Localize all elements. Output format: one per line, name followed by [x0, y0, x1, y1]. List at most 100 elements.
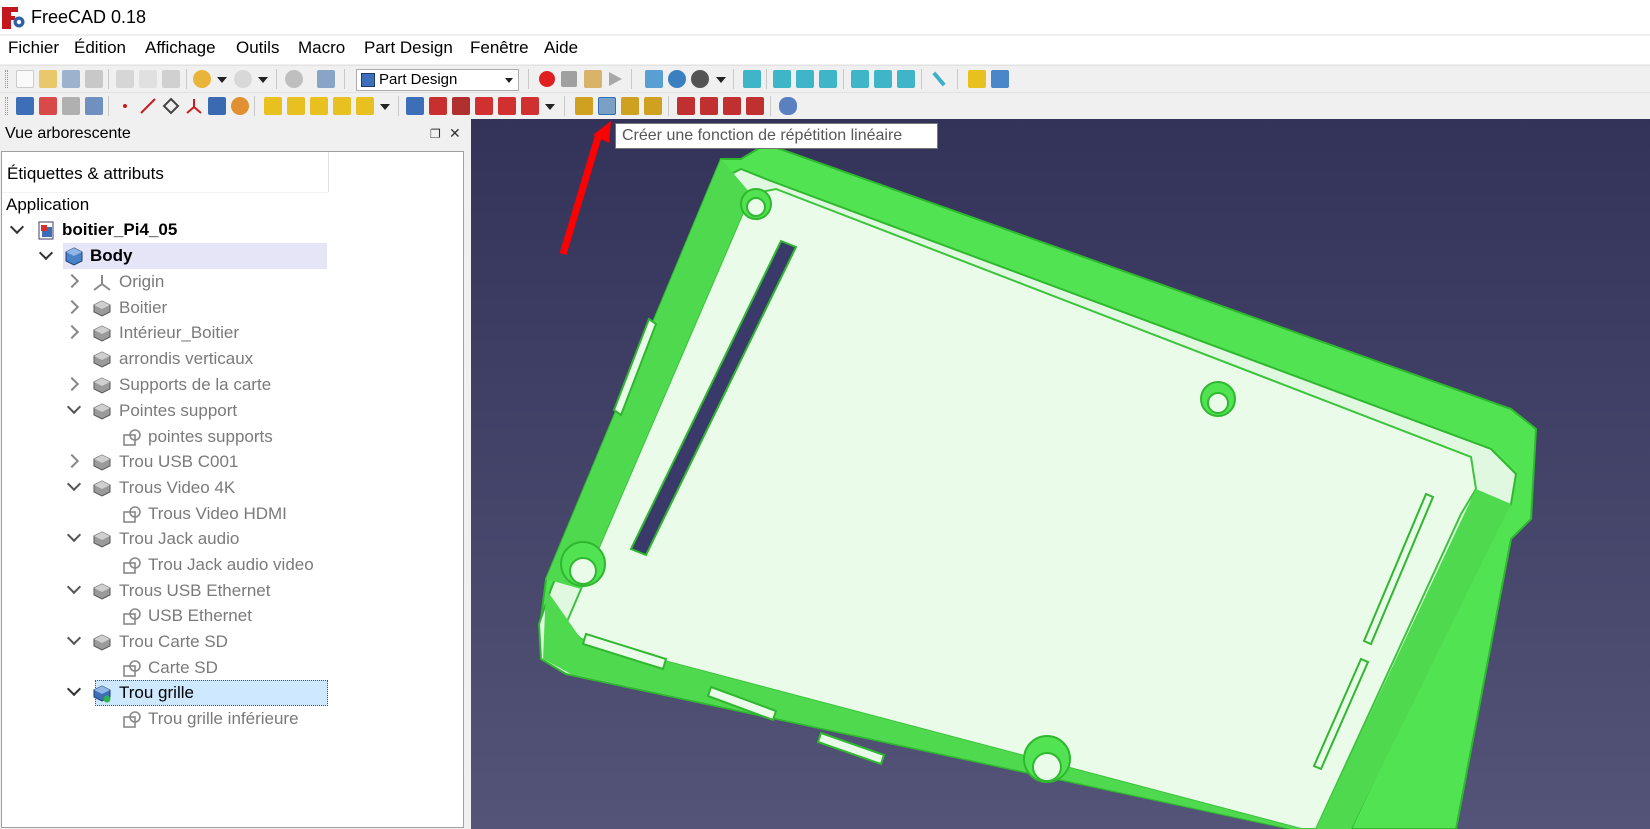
chevron-down-icon[interactable] — [66, 527, 82, 543]
additive-primitive-dropdown-icon[interactable] — [380, 104, 390, 110]
chevron-right-icon[interactable] — [64, 273, 80, 289]
tree-row-trou-jack-video[interactable]: Trou Jack audio video — [2, 552, 463, 578]
tree-row-trous-video-hdmi[interactable]: Trous Video HDMI — [2, 501, 463, 527]
draw-style-dropdown-icon[interactable] — [716, 77, 726, 83]
paste-icon[interactable] — [162, 70, 180, 88]
shape-binder-icon[interactable] — [208, 97, 226, 115]
subtractive-loft-icon[interactable] — [475, 97, 493, 115]
thickness-icon[interactable] — [746, 97, 764, 115]
top-view-icon[interactable] — [796, 70, 814, 88]
cut-icon[interactable] — [116, 70, 134, 88]
revolution-icon[interactable] — [287, 97, 305, 115]
chamfer-icon[interactable] — [700, 97, 718, 115]
tree-row-trou-grille-inferieure[interactable]: Trou grille inférieure — [2, 706, 463, 732]
menu-macro[interactable]: Macro — [298, 38, 345, 58]
refresh-icon[interactable] — [285, 70, 303, 88]
pocket-icon[interactable] — [406, 97, 424, 115]
workbench-select[interactable]: Part Design — [356, 69, 519, 91]
model-tree[interactable]: Étiquettes & attributs Application boiti… — [1, 151, 464, 828]
3d-viewport[interactable] — [471, 119, 1650, 829]
tree-row-interieur-boitier[interactable]: Intérieur_Boitier — [2, 320, 463, 346]
tree-row-trous-video[interactable]: Trous Video 4K — [2, 475, 463, 501]
save-icon[interactable] — [62, 70, 80, 88]
run-macro-icon[interactable] — [606, 70, 624, 88]
tree-row-boitier[interactable]: Boitier — [2, 295, 463, 321]
menu-outils[interactable]: Outils — [236, 38, 279, 58]
tree-row-trou-carte-sd[interactable]: Trou Carte SD — [2, 629, 463, 655]
record-macro-icon[interactable] — [539, 71, 555, 87]
create-body-icon[interactable] — [16, 97, 34, 115]
bottom-view-icon[interactable] — [874, 70, 892, 88]
front-view-icon[interactable] — [773, 70, 791, 88]
tree-row-arrondis[interactable]: arrondis verticaux — [2, 346, 463, 372]
chevron-right-icon[interactable] — [64, 324, 80, 340]
chevron-down-icon[interactable] — [66, 579, 82, 595]
rear-view-icon[interactable] — [851, 70, 869, 88]
menu-fichier[interactable]: Fichier — [8, 38, 59, 58]
print-icon[interactable] — [85, 70, 103, 88]
subtractive-primitive-dropdown-icon[interactable] — [545, 104, 555, 110]
isometric-view-icon[interactable] — [743, 70, 761, 88]
tree-row-carte-sd[interactable]: Carte SD — [2, 655, 463, 681]
whats-this-icon[interactable] — [317, 70, 335, 88]
datum-line-icon[interactable] — [139, 97, 157, 115]
toolbar-grip[interactable] — [5, 70, 8, 88]
tree-row-supports[interactable]: Supports de la carte — [2, 372, 463, 398]
datum-plane-icon[interactable] — [162, 97, 180, 115]
draft-icon[interactable] — [723, 97, 741, 115]
menu-part-design[interactable]: Part Design — [364, 38, 453, 58]
fit-selection-icon[interactable] — [668, 70, 686, 88]
clone-icon[interactable] — [231, 97, 249, 115]
subtractive-primitive-icon[interactable] — [521, 97, 539, 115]
left-view-icon[interactable] — [897, 70, 915, 88]
polar-pattern-icon[interactable] — [621, 97, 639, 115]
chevron-down-icon[interactable] — [66, 630, 82, 646]
fillet-icon[interactable] — [677, 97, 695, 115]
chevron-right-icon[interactable] — [64, 299, 80, 315]
chevron-down-icon[interactable] — [9, 219, 25, 235]
open-icon[interactable] — [39, 70, 57, 88]
3d-model-view[interactable] — [471, 119, 1650, 829]
local-coordinate-icon[interactable] — [185, 97, 203, 115]
menu-edition[interactable]: Édition — [74, 38, 126, 58]
menu-affichage[interactable]: Affichage — [145, 38, 216, 58]
chevron-right-icon[interactable] — [64, 453, 80, 469]
hole-icon[interactable] — [429, 97, 447, 115]
subtractive-pipe-icon[interactable] — [498, 97, 516, 115]
tree-row-trou-usb[interactable]: Trou USB C001 — [2, 449, 463, 475]
tree-column-header[interactable]: Étiquettes & attributs — [7, 164, 164, 184]
datum-point-icon[interactable] — [116, 97, 134, 115]
tree-row-document[interactable]: boitier_Pi4_05 — [2, 217, 463, 243]
tree-row-pointes-support[interactable]: Pointes support — [2, 398, 463, 424]
chevron-down-icon[interactable] — [66, 399, 82, 415]
copy-icon[interactable] — [139, 70, 157, 88]
toolbar-grip[interactable] — [5, 97, 8, 115]
draw-style-icon[interactable] — [691, 70, 709, 88]
chevron-right-icon[interactable] — [64, 376, 80, 392]
part-icon[interactable] — [968, 70, 986, 88]
undo-dropdown-icon[interactable] — [217, 77, 227, 83]
tree-row-trous-usb-ethernet[interactable]: Trous USB Ethernet — [2, 578, 463, 604]
tree-row-pointes-supports-sketch[interactable]: pointes supports — [2, 424, 463, 450]
tree-row-body[interactable]: Body — [2, 243, 463, 269]
additive-pipe-icon[interactable] — [333, 97, 351, 115]
undock-icon[interactable]: ❐ — [430, 127, 441, 141]
chevron-down-icon[interactable] — [38, 245, 54, 261]
menu-aide[interactable]: Aide — [544, 38, 578, 58]
chevron-down-icon[interactable] — [66, 476, 82, 492]
tree-row-origin[interactable]: Origin — [2, 269, 463, 295]
create-sketch-icon[interactable] — [39, 97, 57, 115]
boolean-icon[interactable] — [779, 97, 797, 115]
tree-row-trou-grille[interactable]: Trou grille — [2, 680, 463, 706]
redo-icon[interactable] — [234, 70, 252, 88]
linear-pattern-icon[interactable] — [598, 97, 616, 115]
groove-icon[interactable] — [452, 97, 470, 115]
tree-row-usb-ethernet[interactable]: USB Ethernet — [2, 603, 463, 629]
validate-sketch-icon[interactable] — [62, 97, 80, 115]
close-icon[interactable]: ✕ — [449, 125, 461, 142]
chevron-down-icon[interactable] — [66, 681, 82, 697]
additive-primitive-icon[interactable] — [356, 97, 374, 115]
redo-dropdown-icon[interactable] — [258, 77, 268, 83]
new-file-icon[interactable] — [16, 70, 34, 88]
additive-loft-icon[interactable] — [310, 97, 328, 115]
